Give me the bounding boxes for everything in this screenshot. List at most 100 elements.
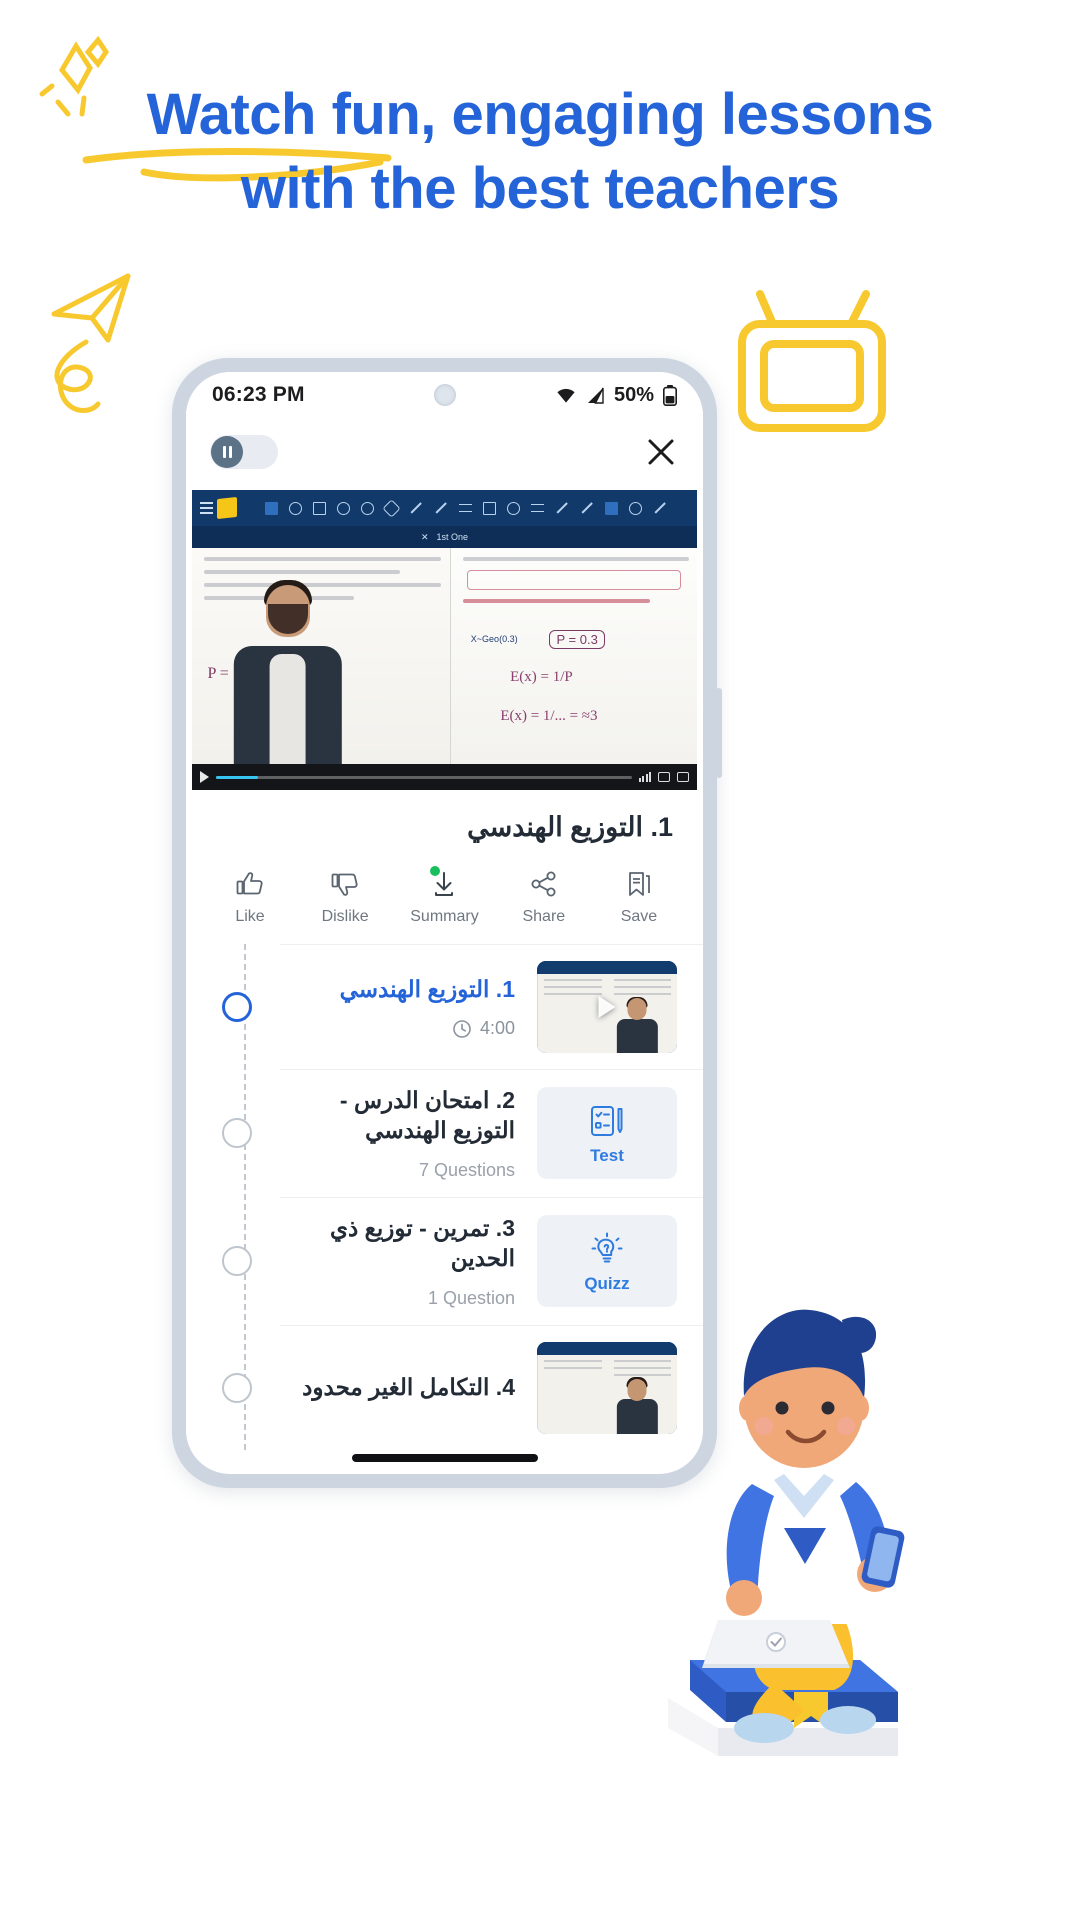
close-button[interactable] (643, 434, 679, 470)
menu-icon[interactable] (200, 502, 213, 514)
shape-icon[interactable] (507, 501, 520, 515)
progress-fill (216, 775, 258, 779)
whiteboard-left-page: P = 1/3 (192, 548, 451, 764)
save-button[interactable]: Save (609, 869, 669, 926)
teacher-shirt (269, 653, 306, 764)
undo-icon[interactable] (654, 502, 666, 514)
teacher-figure (233, 574, 342, 764)
geo-answer: P = 0.3 (549, 630, 605, 650)
action-label: Summary (410, 908, 479, 925)
pause-icon (211, 436, 243, 468)
timeline-dot-active[interactable] (222, 992, 252, 1022)
page-title: Watch fun, engaging lessons with the bes… (0, 78, 1080, 226)
cellular-signal-icon (587, 387, 604, 404)
video-player[interactable]: ✕ 1st One P = 1/3 X~Geo(0.3) P = 0.3 E(x… (192, 490, 697, 790)
share-button[interactable]: Share (514, 869, 574, 926)
action-label: Save (620, 908, 658, 925)
arrow-icon[interactable] (435, 502, 447, 514)
square-icon[interactable] (313, 501, 326, 515)
action-label: Share (522, 908, 566, 925)
select-icon[interactable] (483, 501, 496, 515)
status-time: 06:23 PM (212, 383, 305, 406)
lesson-meta: 1 Question (280, 1288, 515, 1309)
pencil-icon[interactable] (556, 502, 568, 514)
like-button[interactable]: Like (220, 869, 280, 926)
highlighter-icon[interactable] (605, 501, 618, 515)
thumb-teacher-head (627, 998, 647, 1021)
student-with-phone-mascot (668, 1309, 905, 1756)
action-label: Dislike (321, 908, 369, 925)
curve-icon[interactable] (459, 504, 472, 512)
tab-close-icon[interactable]: ✕ (421, 532, 429, 543)
thumb-board-right (537, 974, 608, 1053)
thumb-line (544, 1366, 602, 1369)
pause-toggle[interactable] (210, 435, 278, 469)
front-camera (433, 384, 456, 406)
thumb-line (544, 1359, 602, 1362)
settings-icon[interactable] (629, 501, 642, 515)
lesson-title-text: 3. تمرين - توزيع ذي الحدين (330, 1214, 515, 1271)
expand-icon[interactable] (677, 772, 689, 782)
thumb-line (613, 979, 671, 981)
eraser-icon[interactable] (289, 501, 302, 515)
list-item[interactable]: 1. التوزيع الهندسي 4:00 (222, 944, 703, 1069)
action-bar: Like Dislike Summary Share Save (186, 847, 703, 944)
circle-icon[interactable] (337, 501, 350, 515)
marker-icon[interactable] (581, 502, 593, 514)
video-controls[interactable] (192, 764, 697, 790)
thumb-teacher-body (617, 1018, 658, 1053)
lesson-title: 1. التوزيع الهندسي (467, 812, 673, 842)
play-icon[interactable] (598, 996, 616, 1018)
question-count: 7 Questions (418, 1159, 515, 1180)
lesson-title-text: 1. التوزيع الهندسي (339, 975, 515, 1002)
drawing-tools[interactable] (265, 498, 667, 518)
timeline-dot[interactable] (222, 1118, 252, 1149)
save-icon (629, 872, 650, 896)
headline-line-1: Watch fun, engaging lessons (146, 82, 934, 147)
share-icon (531, 871, 556, 897)
player-top-bar (186, 418, 703, 486)
list-icon[interactable] (531, 504, 544, 512)
quality-icon[interactable] (638, 772, 651, 782)
thumb-line (544, 979, 602, 981)
summary-button[interactable]: Summary (410, 866, 479, 926)
thumb-line (544, 986, 602, 988)
list-item[interactable]: Test 2. امتحان الدرس - التوزيع الهندسي 7… (222, 1069, 703, 1197)
tab-label: 1st One (436, 532, 469, 542)
phone-side-button (716, 688, 722, 778)
lesson-info: 3. تمرين - توزيع ذي الحدين 1 Question (280, 1214, 537, 1309)
thumb-line (613, 986, 671, 988)
ellipse-icon[interactable] (361, 501, 374, 515)
handwriting-line (204, 557, 442, 561)
lesson-info: 1. التوزيع الهندسي 4:00 (280, 975, 537, 1040)
whiteboard-right-page: X~Geo(0.3) P = 0.3 E(x) = 1/P E(x) = 1/.… (450, 548, 697, 764)
battery-percent: 50% (613, 383, 654, 406)
thumb-teacher (617, 996, 658, 1053)
folder-icon (217, 496, 237, 520)
timeline-dot[interactable] (222, 1372, 252, 1403)
status-bar: 06:23 PM 50% (186, 372, 703, 418)
pen-icon[interactable] (265, 501, 278, 515)
test-tile[interactable]: Test (537, 1087, 677, 1180)
play-icon[interactable] (200, 771, 209, 783)
action-label: Like (235, 908, 265, 925)
thumb-board-right (537, 1354, 608, 1434)
thumbs-down-icon (331, 873, 358, 896)
timeline-dot[interactable] (222, 1246, 252, 1277)
headline-line-2: with the best teachers (240, 156, 840, 222)
thumb-line (613, 993, 671, 995)
battery-icon (663, 384, 677, 406)
pause-bar-right (228, 446, 232, 458)
fullscreen-icon[interactable] (658, 772, 670, 782)
progress-bar[interactable] (216, 775, 632, 779)
whiteboard-tab[interactable]: ✕ 1st One (192, 526, 697, 548)
question-count: 1 Question (427, 1287, 515, 1308)
checklist-pencil-icon (591, 1105, 623, 1136)
diamond-icon[interactable] (382, 498, 401, 518)
dislike-button[interactable]: Dislike (315, 869, 375, 926)
lesson-meta: 4:00 (280, 1018, 515, 1039)
line-icon[interactable] (410, 502, 422, 514)
lesson-info: 4. التكامل الغير محدود (280, 1373, 537, 1403)
clock-icon (453, 1020, 471, 1038)
lesson-thumbnail[interactable] (537, 961, 677, 1053)
